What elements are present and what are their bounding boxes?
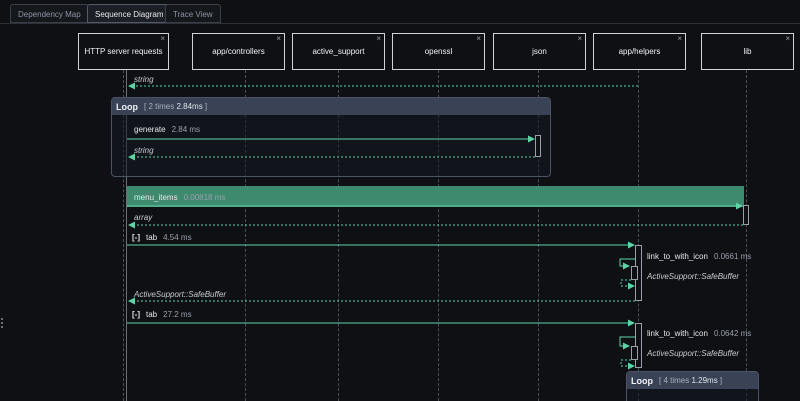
return-label-string: string [134,75,154,84]
return-label-safebuffer-http: ActiveSupport::SafeBuffer [134,290,227,299]
call-label-generate[interactable]: generate 2.84 ms [134,125,200,134]
call-label-menu-items[interactable]: menu_items 0.00818 ms [134,193,225,202]
self-call-link-1 [619,258,636,270]
return-label-string-loop: string [134,146,154,155]
return-label-array: array [134,213,153,222]
self-return-link-2 [620,359,635,370]
self-return-link-1 [620,279,635,290]
collapse-toggle[interactable]: [-] [132,310,140,319]
collapse-toggle[interactable]: [-] [132,233,140,242]
loop-meta-2: [ 4 times 1.29ms ] [659,376,723,385]
return-label-safebuffer-2: ActiveSupport::SafeBuffer [647,349,740,358]
message-arrows [127,82,743,370]
loop-title-2: Loop [631,375,653,386]
loop-header-2[interactable]: Loop [ 4 times 1.29ms ] [627,372,758,389]
call-label-link-to-with-icon-2[interactable]: link_to_with_icon 0.0642 ms [647,329,751,338]
loop-block-2[interactable]: Loop [ 4 times 1.29ms ] [626,371,759,401]
call-label-tab-1[interactable]: [-] tab 4.54 ms [132,233,192,242]
return-label-safebuffer-1: ActiveSupport::SafeBuffer [647,272,740,281]
self-call-link-2 [619,336,636,350]
resize-handle[interactable] [1,318,5,328]
call-label-link-to-with-icon-1[interactable]: link_to_with_icon 0.0661 ms [647,252,751,261]
call-label-tab-2[interactable]: [-] tab 27.2 ms [132,310,192,319]
